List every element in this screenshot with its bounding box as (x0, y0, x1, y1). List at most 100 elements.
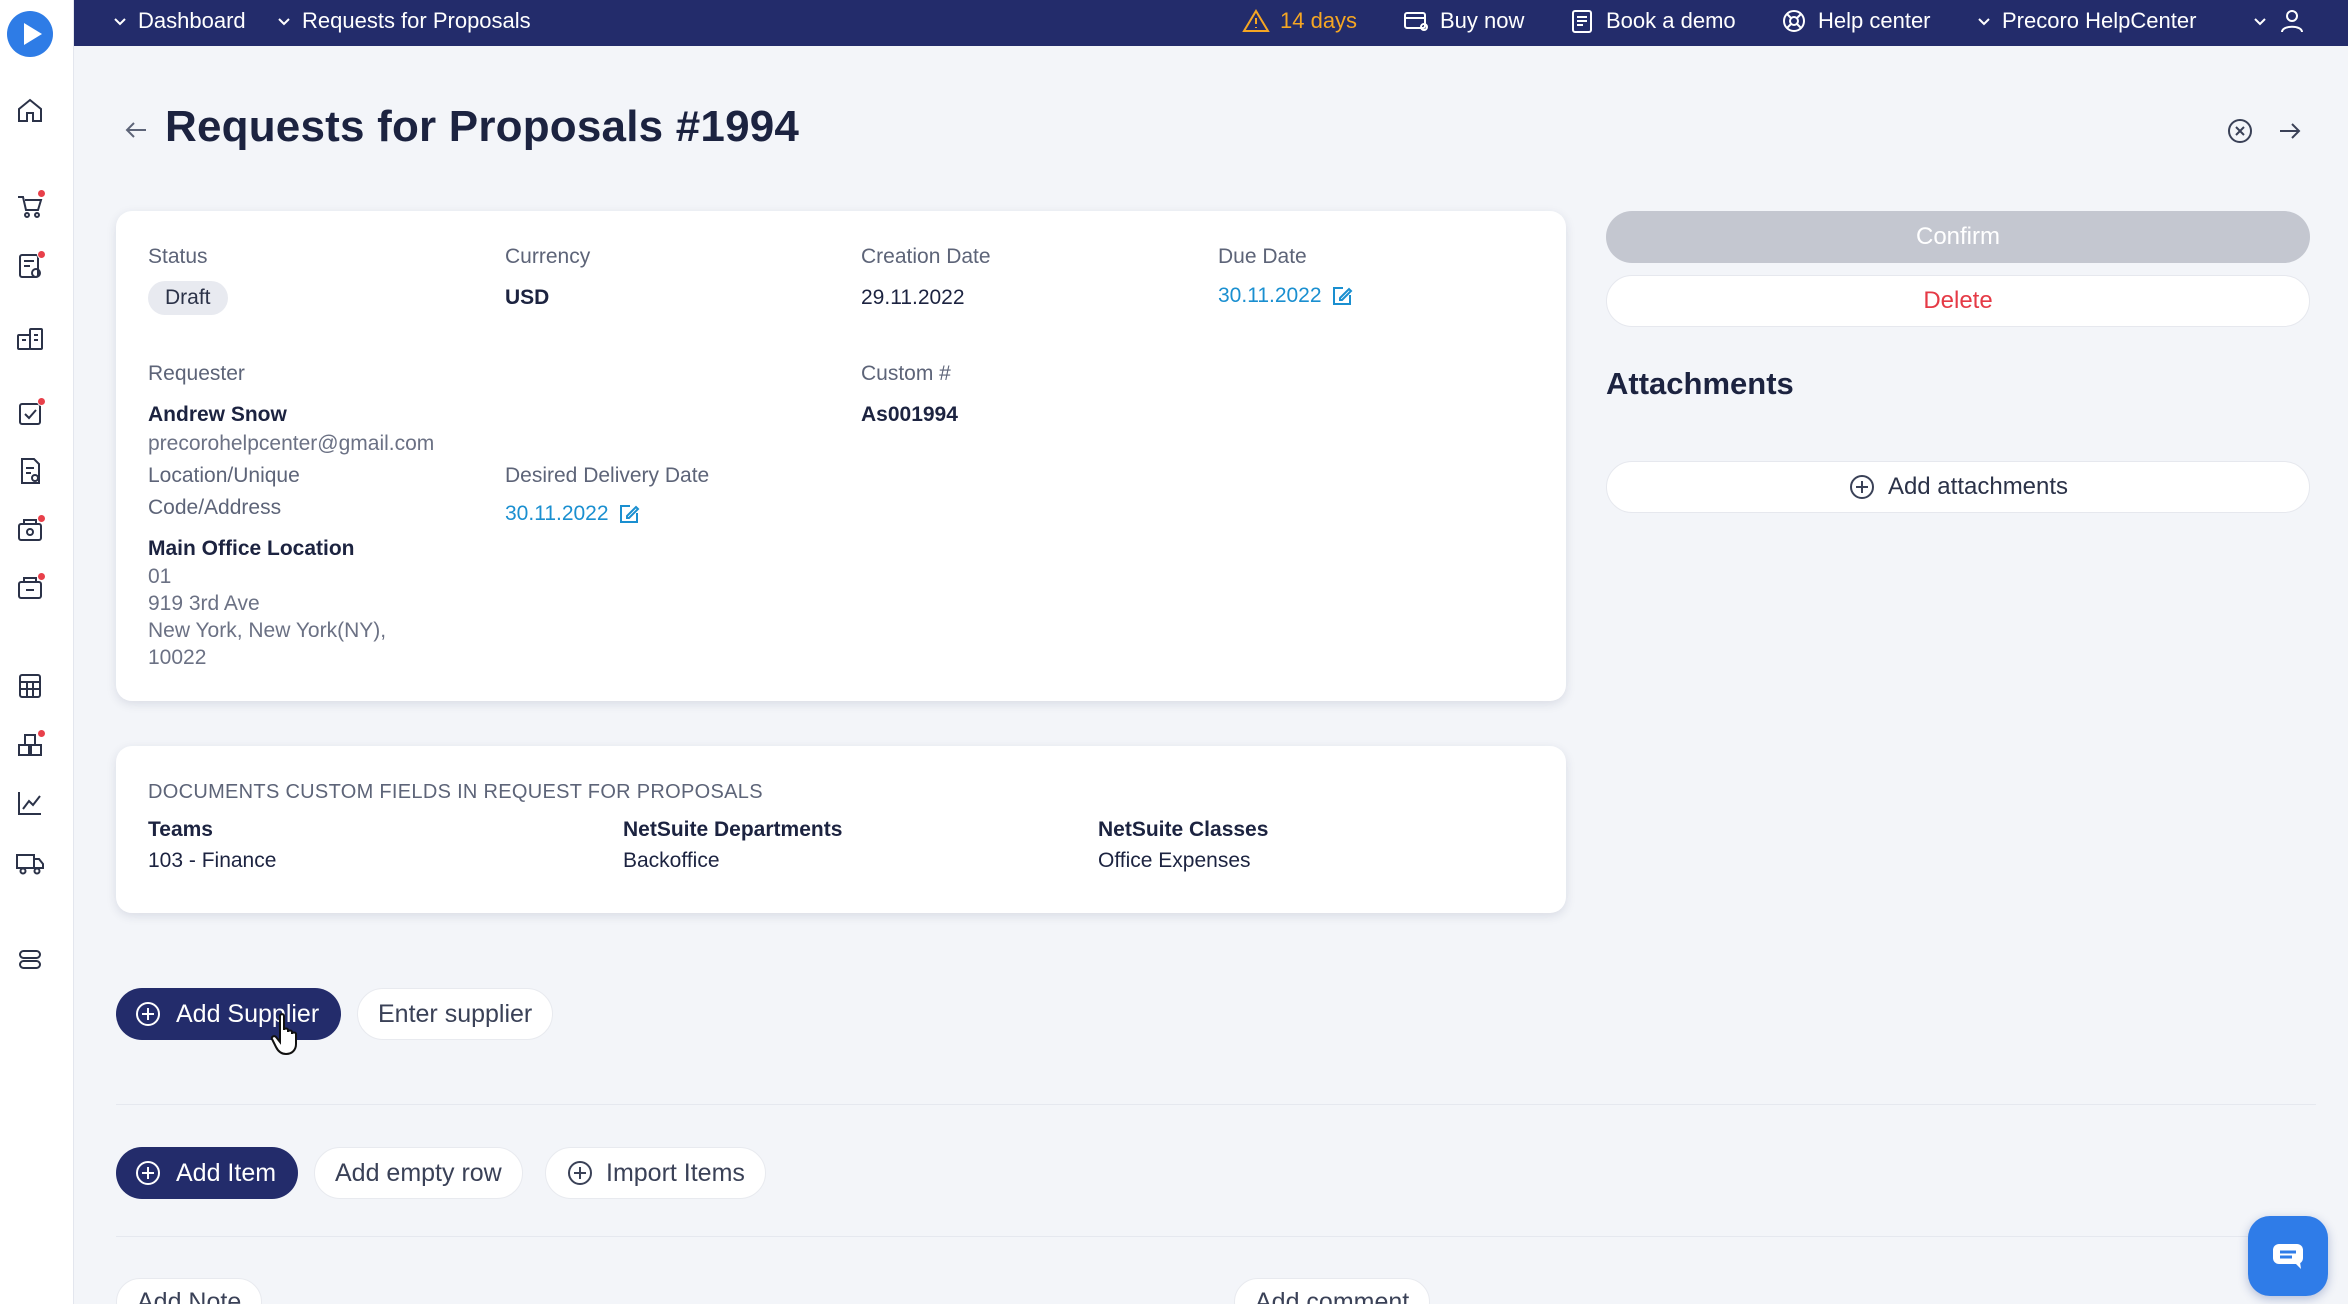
location-label-line1: Location/Unique (148, 464, 300, 487)
due-date-label: Due Date (1218, 245, 1307, 268)
help-center-link[interactable]: Help center (1780, 0, 1931, 42)
book-demo-label: Book a demo (1606, 8, 1736, 33)
rfp-icon[interactable] (14, 250, 46, 282)
confirm-button[interactable]: Confirm (1606, 211, 2310, 263)
book-demo-link[interactable]: Book a demo (1568, 0, 1736, 42)
warehouse-icon[interactable] (14, 729, 46, 761)
chat-bubble-icon (2273, 1244, 2303, 1269)
currency-label: Currency (505, 245, 591, 268)
user-menu[interactable] (2252, 0, 2306, 42)
edit-icon[interactable] (1330, 284, 1354, 308)
dashboard-label: Dashboard (138, 8, 246, 33)
netsuite-departments-label: NetSuite Departments (623, 818, 843, 841)
receipts-icon[interactable] (14, 514, 46, 546)
netsuite-departments-value: Backoffice (623, 849, 720, 872)
buy-now-link[interactable]: Buy now (1402, 0, 1524, 42)
requester-email: precorohelpcenter@gmail.com (148, 432, 435, 455)
add-supplier-button[interactable]: Add Supplier (116, 988, 342, 1040)
add-item-label: Add Item (176, 1158, 277, 1187)
location-label-line2: Code/Address (148, 496, 282, 519)
enter-supplier-button[interactable]: Enter supplier (357, 988, 554, 1040)
company-switcher[interactable]: Precoro HelpCenter (1976, 0, 2196, 42)
delivery-date-label: Desired Delivery Date (505, 464, 710, 487)
chevron-down-icon (1978, 18, 1990, 26)
add-empty-row-button[interactable]: Add empty row (314, 1147, 523, 1199)
enter-supplier-label: Enter supplier (378, 999, 533, 1028)
import-items-button[interactable]: Import Items (545, 1147, 766, 1199)
user-avatar-icon (2281, 10, 2303, 33)
custom-number-value: As001994 (861, 403, 958, 426)
add-item-button[interactable]: Add Item (116, 1147, 299, 1199)
calendar-icon (1572, 10, 1592, 33)
next-document-arrow-icon[interactable] (2274, 115, 2306, 147)
plus-circle-icon (1849, 475, 1874, 499)
add-attachments-button[interactable]: Add attachments (1606, 461, 2310, 513)
plus-circle-icon (568, 1161, 592, 1185)
trial-days-label: 14 days (1280, 8, 1358, 33)
invoices-icon[interactable] (14, 455, 46, 487)
close-document-icon[interactable] (2224, 115, 2256, 147)
section-divider (116, 1236, 2316, 1237)
suppliers-icon[interactable] (14, 323, 46, 355)
edit-icon[interactable] (617, 502, 641, 526)
buy-now-label: Buy now (1440, 8, 1525, 33)
location-city: New York, New York(NY), (148, 619, 387, 642)
hand-cursor-icon (270, 1013, 297, 1056)
home-icon[interactable] (14, 94, 46, 126)
location-street: 919 3rd Ave (148, 592, 260, 615)
add-note-button[interactable]: Add Note (116, 1278, 263, 1304)
current-section-label: Requests for Proposals (302, 8, 531, 33)
due-date-value[interactable]: 30.11.2022 (1218, 284, 1354, 308)
teams-label: Teams (148, 818, 213, 841)
section-divider (116, 1104, 2316, 1105)
location-code: 01 (148, 565, 172, 588)
analytics-icon[interactable] (14, 787, 46, 819)
add-attachments-label: Add attachments (1887, 473, 2069, 500)
attachments-title: Attachments (1606, 366, 1794, 401)
chevron-down-icon (2254, 18, 2266, 26)
creation-date-label: Creation Date (861, 245, 991, 268)
status-badge: Draft (148, 281, 228, 315)
delete-button[interactable]: Delete (1606, 275, 2310, 327)
settings-toggles-icon[interactable] (14, 943, 46, 975)
delivery-truck-icon[interactable] (14, 846, 46, 878)
credit-card-icon (1404, 12, 1428, 31)
warning-icon (1242, 9, 1270, 32)
lifebuoy-icon (1783, 10, 1805, 32)
netsuite-classes-label: NetSuite Classes (1098, 818, 1269, 841)
plus-circle-icon (136, 1161, 160, 1185)
page-title: Requests for Proposals #1994 (165, 102, 800, 151)
add-note-label: Add Note (137, 1287, 242, 1304)
budgets-icon[interactable] (14, 670, 46, 702)
trial-days-indicator[interactable]: 14 days (1242, 0, 1357, 42)
add-empty-row-label: Add empty row (335, 1158, 502, 1187)
currency-value: USD (505, 286, 550, 309)
status-label: Status (148, 245, 208, 268)
add-comment-button[interactable]: Add comment (1234, 1278, 1431, 1304)
dashboard-breadcrumb[interactable]: Dashboard (112, 0, 246, 42)
help-center-label: Help center (1818, 8, 1931, 33)
chat-support-button[interactable] (2248, 1216, 2328, 1296)
purchase-requisitions-icon[interactable] (14, 189, 46, 221)
requester-name: Andrew Snow (148, 403, 287, 426)
back-arrow-icon[interactable] (122, 116, 150, 144)
location-zip: 10022 (148, 646, 207, 669)
delivery-date-text: 30.11.2022 (505, 502, 609, 525)
creation-date-value: 29.11.2022 (861, 286, 965, 309)
add-comment-label: Add comment (1255, 1287, 1410, 1304)
company-label: Precoro HelpCenter (2002, 8, 2197, 33)
left-sidebar (0, 0, 74, 1304)
custom-fields-heading: DOCUMENTS CUSTOM FIELDS IN REQUEST FOR P… (148, 781, 763, 803)
precoro-logo-icon[interactable] (7, 11, 53, 57)
location-name: Main Office Location (148, 537, 355, 560)
current-section-breadcrumb[interactable]: Requests for Proposals (276, 0, 531, 42)
plus-circle-icon (136, 1002, 160, 1026)
top-bar: Dashboard Requests for Proposals 14 days… (74, 0, 2348, 46)
delivery-date-value[interactable]: 30.11.2022 (505, 502, 641, 526)
chevron-down-icon (278, 18, 290, 26)
expenses-icon[interactable] (14, 572, 46, 604)
approvals-icon[interactable] (14, 397, 46, 429)
chevron-down-icon (114, 18, 126, 26)
netsuite-classes-value: Office Expenses (1098, 849, 1251, 872)
due-date-text: 30.11.2022 (1218, 284, 1322, 307)
